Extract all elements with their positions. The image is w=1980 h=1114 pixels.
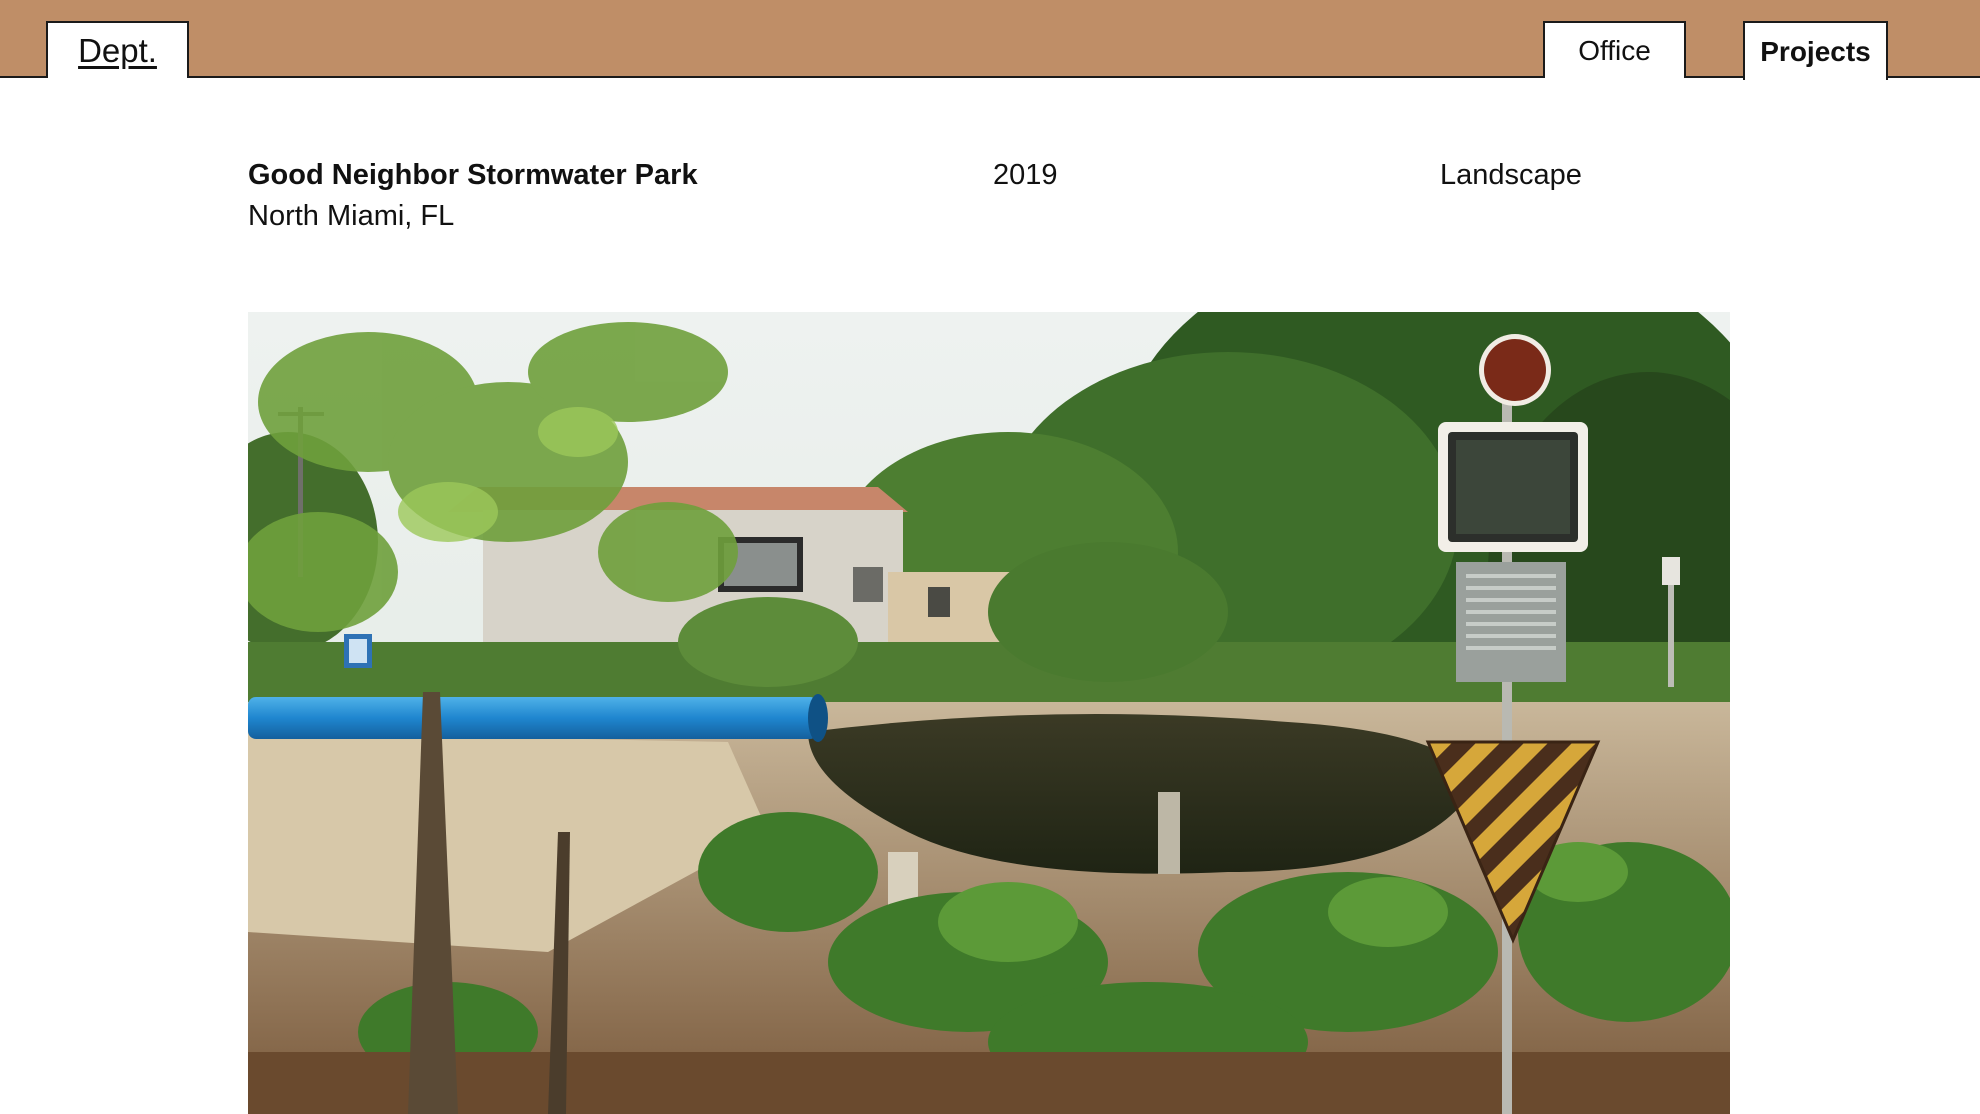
project-title: Good Neighbor Stormwater Park: [248, 159, 698, 191]
top-nav-bar: Dept. Office Projects: [0, 0, 1980, 80]
project-location: North Miami, FL: [248, 200, 455, 232]
project-category: Landscape: [1440, 159, 1582, 191]
logo-link[interactable]: Dept.: [46, 21, 189, 78]
nav-tab-office[interactable]: Office: [1543, 21, 1686, 78]
project-photo: [248, 312, 1730, 1114]
project-year: 2019: [993, 159, 1058, 191]
nav-tab-projects[interactable]: Projects: [1743, 21, 1888, 80]
